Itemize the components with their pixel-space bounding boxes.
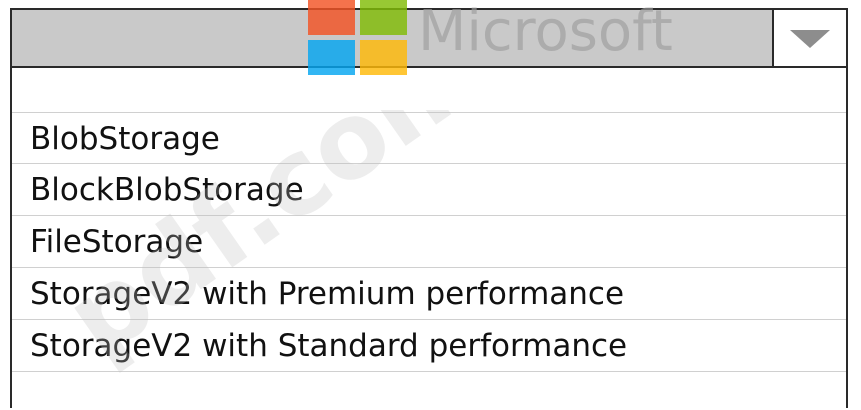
brand-wordmark: Microsoft [418, 0, 673, 64]
logo-square-yellow [360, 40, 407, 75]
logo-square-blue [308, 40, 355, 75]
chevron-down-icon [790, 30, 830, 48]
dropdown-option-blockblobstorage[interactable]: BlockBlobStorage [12, 164, 846, 216]
logo-square-green [360, 0, 407, 35]
dropdown-option-blobstorage[interactable]: BlobStorage [12, 112, 846, 164]
logo-square-red [308, 0, 355, 35]
dropdown-option-storagev2-premium[interactable]: StorageV2 with Premium performance [12, 268, 846, 320]
dropdown-option-storagev2-standard[interactable]: StorageV2 with Standard performance [12, 320, 846, 372]
dropdown-toggle-button[interactable] [772, 10, 846, 66]
dropdown-option-filestorage[interactable]: FileStorage [12, 216, 846, 268]
dropdown-options-list: BlobStorage BlockBlobStorage FileStorage… [12, 112, 846, 372]
storage-account-type-dropdown[interactable]: BlobStorage BlockBlobStorage FileStorage… [10, 8, 848, 408]
